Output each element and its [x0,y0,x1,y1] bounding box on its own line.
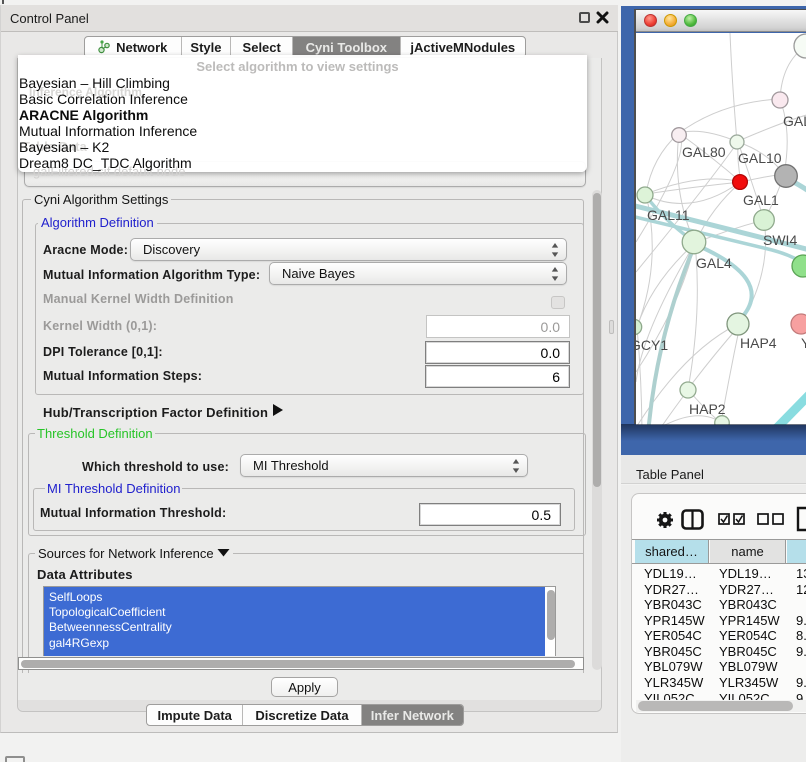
svg-text:GAL80: GAL80 [682,144,726,160]
svg-text:GAL11: GAL11 [647,207,690,223]
svg-text:HAP2: HAP2 [689,401,726,417]
svg-text:Y: Y [801,335,806,351]
svg-text:GAL: GAL [783,113,806,129]
svg-text:SWI4: SWI4 [763,232,797,248]
svg-text:GAL10: GAL10 [738,150,782,166]
svg-text:HAP4: HAP4 [740,335,777,351]
svg-text:GAL1: GAL1 [743,192,779,208]
svg-text:GCY1: GCY1 [636,337,668,353]
svg-text:GAL4: GAL4 [696,255,732,271]
